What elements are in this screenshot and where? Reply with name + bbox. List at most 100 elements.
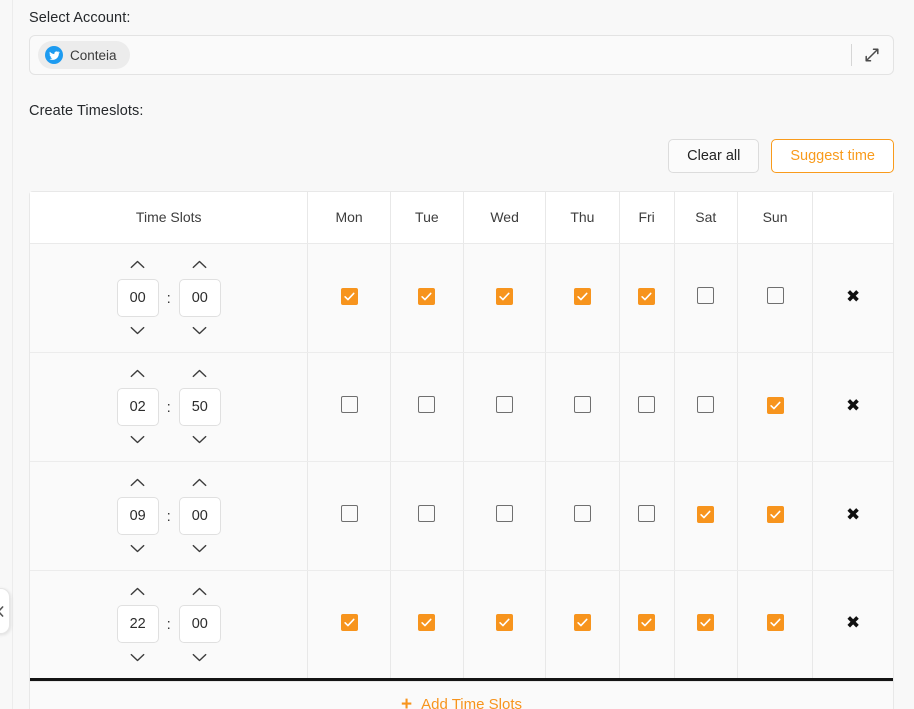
minute-increment-icon[interactable]	[192, 365, 207, 383]
delete-cell: ✖	[812, 461, 893, 571]
delete-cell: ✖	[812, 243, 893, 353]
expand-control[interactable]	[851, 41, 889, 69]
sidebar-collapse-handle[interactable]	[0, 588, 10, 634]
select-account-label: Select Account:	[29, 10, 131, 26]
day-checkbox-tue[interactable]	[418, 287, 436, 305]
day-checkbox-fri[interactable]	[638, 614, 656, 631]
time-spinner-group: 22:00	[30, 582, 307, 666]
minute-increment-icon[interactable]	[192, 256, 207, 274]
day-checkbox-sun[interactable]	[766, 505, 784, 523]
hour-input[interactable]: 22	[116, 605, 159, 643]
day-checkbox-tue[interactable]	[418, 395, 436, 413]
hour-increment-icon[interactable]	[130, 256, 145, 274]
minute-spinner: 00	[171, 582, 229, 666]
day-checkbox-fri[interactable]	[638, 504, 656, 522]
day-checkbox-thu[interactable]	[573, 287, 591, 305]
day-cell-thu	[545, 461, 620, 571]
hour-decrement-icon[interactable]	[130, 540, 145, 558]
day-cell-fri	[619, 243, 675, 353]
minute-input[interactable]: 00	[178, 278, 221, 317]
delete-row-icon[interactable]: ✖	[846, 396, 860, 416]
day-checkbox-sat[interactable]	[697, 286, 715, 304]
day-checkbox-sat[interactable]	[697, 395, 715, 413]
day-checkbox-mon[interactable]	[340, 504, 358, 522]
day-cell-sun	[737, 243, 814, 353]
day-cell-sun	[737, 570, 814, 681]
time-spinner-group: 00:00	[30, 256, 307, 340]
day-checkbox-tue[interactable]	[418, 614, 436, 631]
add-time-slots-button[interactable]: + Add Time Slots	[29, 681, 894, 709]
table-header: Time Slots Mon Tue Wed Thu Fri Sat Sun	[30, 192, 893, 244]
day-checkbox-wed[interactable]	[496, 504, 514, 522]
day-checkbox-wed[interactable]	[496, 287, 514, 305]
delete-row-icon[interactable]: ✖	[846, 613, 860, 633]
suggest-time-button[interactable]: Suggest time	[771, 139, 894, 173]
delete-cell: ✖	[812, 352, 893, 462]
header-time-slots: Time Slots	[30, 192, 309, 244]
day-checkbox-sun[interactable]	[766, 396, 784, 414]
day-cell-sat	[674, 352, 738, 462]
day-checkbox-fri[interactable]	[638, 287, 656, 305]
day-checkbox-sun[interactable]	[766, 286, 784, 304]
timeslot-cell: 02:50	[30, 352, 309, 462]
account-chip[interactable]: Conteia	[38, 41, 130, 69]
day-checkbox-fri[interactable]	[638, 395, 656, 413]
clear-all-button[interactable]: Clear all	[668, 139, 760, 173]
day-checkbox-sat[interactable]	[697, 505, 715, 523]
hour-spinner: 09	[109, 474, 167, 558]
day-checkbox-mon[interactable]	[340, 395, 358, 413]
day-checkbox-thu[interactable]	[573, 504, 591, 522]
hour-input[interactable]: 09	[116, 496, 159, 535]
hour-spinner: 22	[109, 582, 167, 666]
minute-decrement-icon[interactable]	[192, 322, 207, 340]
main-content: Select Account: Conteia Create Timeslots…	[13, 0, 914, 709]
day-cell-wed	[463, 570, 547, 681]
expand-arrows-icon[interactable]	[864, 47, 880, 63]
delete-row-icon[interactable]: ✖	[846, 505, 860, 525]
day-checkbox-wed[interactable]	[496, 395, 514, 413]
day-cell-sat	[674, 243, 738, 353]
hour-decrement-icon[interactable]	[130, 431, 145, 449]
day-checkbox-thu[interactable]	[573, 614, 591, 631]
hour-input[interactable]: 02	[116, 387, 159, 426]
day-cell-fri	[619, 461, 675, 571]
delete-row-icon[interactable]: ✖	[846, 287, 860, 307]
day-checkbox-mon[interactable]	[340, 287, 358, 305]
delete-cell: ✖	[812, 570, 893, 681]
minute-decrement-icon[interactable]	[192, 431, 207, 449]
day-checkbox-sat[interactable]	[697, 614, 715, 631]
minute-input[interactable]: 00	[178, 496, 221, 535]
day-cell-thu	[545, 352, 620, 462]
hour-increment-icon[interactable]	[130, 474, 145, 492]
day-cell-fri	[619, 570, 675, 681]
hour-input[interactable]: 00	[116, 278, 159, 317]
table-row: 09:00 ✖	[30, 461, 893, 571]
hour-decrement-icon[interactable]	[130, 648, 145, 666]
table-row: 22:00 ✖	[30, 570, 893, 681]
day-checkbox-mon[interactable]	[340, 614, 358, 631]
hour-increment-icon[interactable]	[130, 365, 145, 383]
day-checkbox-tue[interactable]	[418, 504, 436, 522]
expand-divider	[851, 44, 852, 66]
minute-increment-icon[interactable]	[192, 582, 207, 600]
timeslot-cell: 22:00	[30, 570, 309, 681]
timeslot-toolbar: Clear all Suggest time	[29, 139, 894, 173]
add-time-slots-label: Add Time Slots	[421, 695, 522, 709]
minute-increment-icon[interactable]	[192, 474, 207, 492]
header-sat: Sat	[674, 192, 738, 244]
day-cell-mon	[307, 352, 391, 462]
day-checkbox-sun[interactable]	[766, 614, 784, 631]
hour-increment-icon[interactable]	[130, 582, 145, 600]
minute-input[interactable]: 50	[178, 387, 221, 426]
day-checkbox-thu[interactable]	[573, 395, 591, 413]
hour-decrement-icon[interactable]	[130, 322, 145, 340]
day-checkbox-wed[interactable]	[496, 614, 514, 631]
twitter-icon	[45, 46, 63, 64]
day-cell-tue	[390, 352, 464, 462]
minute-input[interactable]: 00	[178, 605, 221, 643]
minute-decrement-icon[interactable]	[192, 540, 207, 558]
day-cell-tue	[390, 570, 464, 681]
timeslot-table-wrapper: Time Slots Mon Tue Wed Thu Fri Sat Sun 0…	[29, 191, 894, 682]
minute-decrement-icon[interactable]	[192, 648, 207, 666]
account-select-box[interactable]: Conteia	[29, 35, 894, 75]
